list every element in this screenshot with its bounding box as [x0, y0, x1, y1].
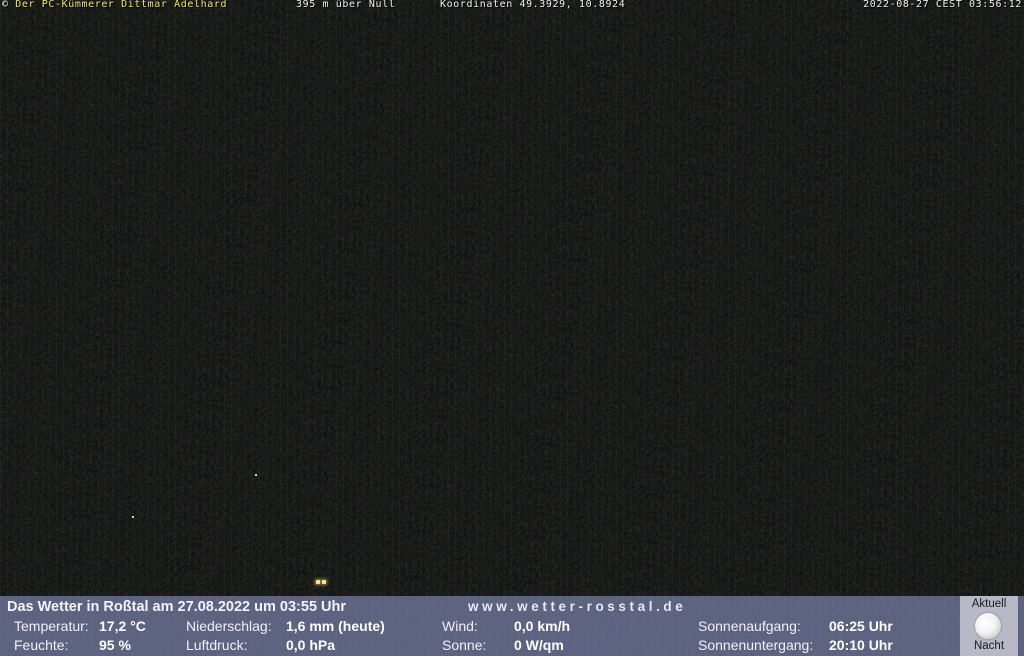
timestamp-text: 2022-08-27 CEST 03:56:12	[863, 0, 1022, 10]
wind-value: 0,0 km/h	[514, 618, 571, 634]
humidity-label: Feuchte:	[14, 637, 69, 653]
sunset-value: 20:10 Uhr	[829, 637, 893, 653]
sun-value: 0 W/qm	[514, 637, 564, 653]
copyright-text: Der PC-Kümmerer Dittmar Adelhard	[15, 0, 228, 10]
sun-label: Sonne:	[442, 637, 487, 653]
sunset-label: Sonnenuntergang:	[698, 637, 814, 653]
night-scene-noise	[0, 0, 1024, 656]
wind-label: Wind:	[442, 618, 478, 634]
light-spot	[322, 580, 326, 584]
webcam-image: © Der PC-Kümmerer Dittmar Adelhard 395 m…	[0, 0, 1024, 656]
pressure-label: Luftdruck:	[186, 637, 248, 653]
sunrise-value: 06:25 Uhr	[829, 618, 893, 634]
precipitation-value: 1,6 mm (heute)	[286, 618, 385, 634]
moon-label-bottom: Nacht	[973, 640, 1005, 652]
weather-panel: Das Wetter in Roßtal am 27.08.2022 um 03…	[0, 596, 1024, 656]
light-speck	[255, 474, 257, 476]
overlay-info-bar: © Der PC-Kümmerer Dittmar Adelhard 395 m…	[0, 0, 1024, 12]
light-spot	[316, 580, 320, 584]
temperature-value: 17,2 °C	[99, 618, 146, 634]
sunrise-label: Sonnenaufgang:	[698, 618, 801, 634]
moon-label-top: Aktuell	[971, 598, 1007, 610]
precipitation-label: Niederschlag:	[186, 618, 272, 634]
moon-icon	[975, 613, 1001, 639]
light-speck	[132, 516, 134, 518]
altitude-text: 395 m über Null	[296, 0, 396, 10]
site-url: www.wetter-rosstal.de	[468, 599, 687, 614]
coordinates-text: Koordinaten 49.3929, 10.8924	[440, 0, 626, 10]
humidity-value: 95 %	[99, 637, 131, 653]
moon-phase-box: Aktuell Nacht	[960, 596, 1018, 656]
pressure-value: 0,0 hPa	[286, 637, 336, 653]
temperature-label: Temperatur:	[14, 618, 89, 634]
copyright-notice: © Der PC-Kümmerer Dittmar Adelhard	[2, 0, 227, 10]
copyright-symbol: ©	[2, 0, 9, 10]
weather-title: Das Wetter in Roßtal am 27.08.2022 um 03…	[7, 599, 347, 615]
